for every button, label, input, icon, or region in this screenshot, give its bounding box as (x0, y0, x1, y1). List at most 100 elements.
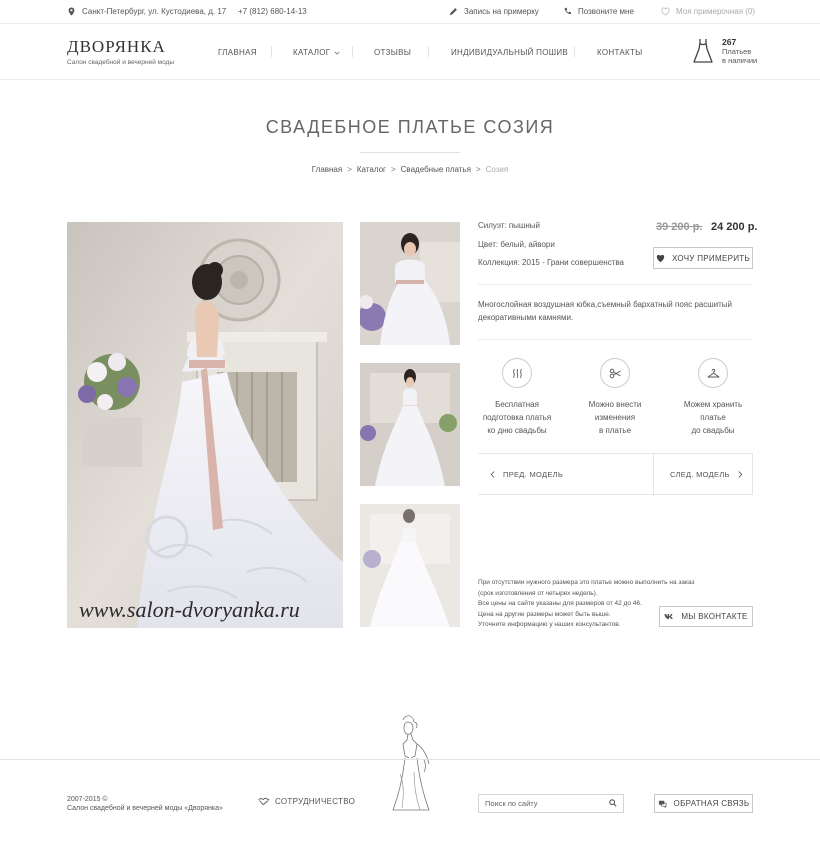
chat-icon (658, 800, 667, 808)
wishlist-link-label[interactable]: Моя примерочная (0) (676, 7, 755, 16)
address: Санкт-Петербург, ул. Кустодиева, д. 17 (67, 7, 226, 16)
feature-storage: Можем хранить платье до свадьбы (668, 358, 758, 437)
steam-icon (512, 368, 522, 378)
next-model-link[interactable]: СЛЕД. МОДЕЛЬ (670, 470, 743, 479)
try-on-button[interactable]: ХОЧУ ПРИМЕРИТЬ (653, 247, 753, 269)
vk-icon (664, 614, 674, 619)
pencil-icon (449, 8, 457, 16)
divider (478, 284, 753, 285)
header: ДВОРЯНКА Салон свадебной и вечерней моды… (0, 24, 820, 80)
photo-watermark: www.salon-dvoryanka.ru (79, 597, 300, 622)
wishlist-link[interactable]: Моя примерочная (0) (661, 7, 755, 16)
phone-icon (564, 7, 572, 15)
thumbnail-image (360, 222, 460, 345)
old-price: 39 200 р. (656, 221, 703, 233)
stock-text: 267 Платьев в наличии (722, 37, 758, 66)
dress-icon (693, 39, 713, 63)
next-model-label[interactable]: СЛЕД. МОДЕЛЬ (670, 470, 730, 479)
address-text: Санкт-Петербург, ул. Кустодиева, д. 17 (82, 7, 227, 16)
nav-divider (574, 46, 575, 57)
feature-text: Бесплатная подготовка платья ко дню свад… (482, 400, 552, 435)
chevron-down-icon (334, 51, 340, 55)
heart-icon (661, 7, 670, 16)
site-search-input[interactable] (478, 794, 624, 813)
page-title: СВАДЕБНОЕ ПЛАТЬЕ СОЗИЯ (265, 117, 555, 137)
feature-text: Можно внести изменения в платье (588, 400, 642, 435)
feature-alterations: Можно внести изменения в платье (570, 358, 660, 437)
spec-collection: Коллекция: 2015 - Грани совершенства (478, 258, 624, 267)
title-divider (360, 152, 460, 153)
feature-free-preparation: Бесплатная подготовка платья ко дню свад… (472, 358, 562, 437)
phone[interactable]: +7 (812) 680-14-13 (238, 7, 307, 16)
note-line: При отсутствии нужного размера это плать… (478, 579, 695, 586)
callback-link-label[interactable]: Позвоните мне (578, 7, 634, 16)
logo-name[interactable]: ДВОРЯНКА (67, 37, 174, 57)
pager-divider (653, 454, 654, 496)
chevron-left-icon (490, 471, 495, 478)
spec-silhouette: Силуэт: пышный (478, 221, 540, 230)
nav-catalog[interactable]: КАТАЛОГ (293, 48, 340, 57)
breadcrumb-catalog[interactable]: Каталог (357, 165, 386, 174)
feature-icon-circle (502, 358, 532, 388)
nav-home[interactable]: ГЛАВНАЯ (218, 48, 257, 57)
divider (478, 339, 753, 340)
copyright-company: Салон свадебной и вечерней моды «Дворянк… (67, 805, 223, 812)
product-description: Многослойная воздушная юбка,съемный барх… (478, 300, 732, 322)
phone-text[interactable]: +7 (812) 680-14-13 (238, 7, 307, 16)
hanger-icon (707, 368, 719, 377)
copyright: 2007-2015 © Салон свадебной и вечерней м… (67, 795, 223, 813)
cooperation-link[interactable]: СОТРУДНИЧЕСТВО (258, 797, 355, 806)
location-pin-icon (68, 7, 75, 16)
scissors-icon (609, 368, 621, 378)
footer-divider (0, 759, 820, 760)
breadcrumb: Главная > Каталог > Свадебные платья > Созия (0, 165, 820, 174)
thumbnail-2[interactable] (360, 363, 460, 486)
breadcrumb-separator: > (347, 165, 352, 174)
current-price: 24 200 р. (711, 221, 758, 233)
breadcrumb-category[interactable]: Свадебные платья (401, 165, 471, 174)
top-bar: Санкт-Петербург, ул. Кустодиева, д. 17 +… (0, 0, 820, 24)
feature-icon-circle (600, 358, 630, 388)
feedback-button[interactable]: ОБРАТНАЯ СВЯЗЬ (654, 794, 753, 813)
nav-catalog-label[interactable]: КАТАЛОГ (293, 48, 330, 57)
main-product-photo[interactable]: www.salon-dvoryanka.ru (67, 222, 343, 628)
try-on-button-label[interactable]: ХОЧУ ПРИМЕРИТЬ (672, 254, 750, 263)
spec-color: Цвет: белый, айвори (478, 240, 555, 249)
copyright-years: 2007-2015 © (67, 796, 108, 803)
nav-reviews[interactable]: ОТЗЫВЫ (374, 48, 411, 57)
nav-divider (428, 46, 429, 57)
stock-line2: в наличии (722, 56, 758, 65)
vk-button-label[interactable]: МЫ ВКОНТАКТЕ (681, 612, 747, 621)
thumbnail-3[interactable] (360, 504, 460, 627)
feature-text: Можем хранить платье до свадьбы (683, 400, 743, 435)
thumbnail-1[interactable] (360, 222, 460, 345)
feature-icon-circle (698, 358, 728, 388)
dress-photo-illustration: www.salon-dvoryanka.ru (67, 222, 343, 628)
nav-divider (271, 46, 272, 57)
fitting-link[interactable]: Запись на примерку (449, 7, 539, 16)
thumbnail-image (360, 363, 460, 486)
breadcrumb-home[interactable]: Главная (312, 165, 342, 174)
stock-counter[interactable]: 267 Платьев в наличии (692, 38, 757, 65)
thumbnail-image (360, 504, 460, 627)
heart-icon (656, 254, 665, 262)
prev-model-label[interactable]: ПРЕД. МОДЕЛЬ (503, 470, 563, 479)
breadcrumb-separator: > (390, 165, 396, 174)
cooperation-label[interactable]: СОТРУДНИЧЕСТВО (275, 797, 355, 806)
nav-divider (352, 46, 353, 57)
bride-sketch-icon (392, 715, 430, 811)
callback-link[interactable]: Позвоните мне (563, 7, 634, 16)
fitting-link-label[interactable]: Запись на примерку (464, 7, 539, 16)
stock-line1: Платьев (722, 47, 752, 56)
stock-count: 267 (722, 37, 737, 47)
breadcrumb-current: Созия (485, 165, 509, 174)
nav-tailoring[interactable]: ИНДИВИДУАЛЬНЫЙ ПОШИВ (451, 48, 568, 57)
vk-button[interactable]: МЫ ВКОНТАКТЕ (659, 606, 753, 627)
handshake-icon (258, 797, 270, 805)
prev-model-link[interactable]: ПРЕД. МОДЕЛЬ (490, 470, 563, 479)
breadcrumb-separator: > (475, 165, 481, 174)
logo[interactable]: ДВОРЯНКА Салон свадебной и вечерней моды (67, 37, 174, 66)
search-icon[interactable] (609, 799, 617, 807)
feedback-button-label[interactable]: ОБРАТНАЯ СВЯЗЬ (674, 799, 750, 808)
nav-contacts[interactable]: КОНТАКТЫ (597, 48, 643, 57)
